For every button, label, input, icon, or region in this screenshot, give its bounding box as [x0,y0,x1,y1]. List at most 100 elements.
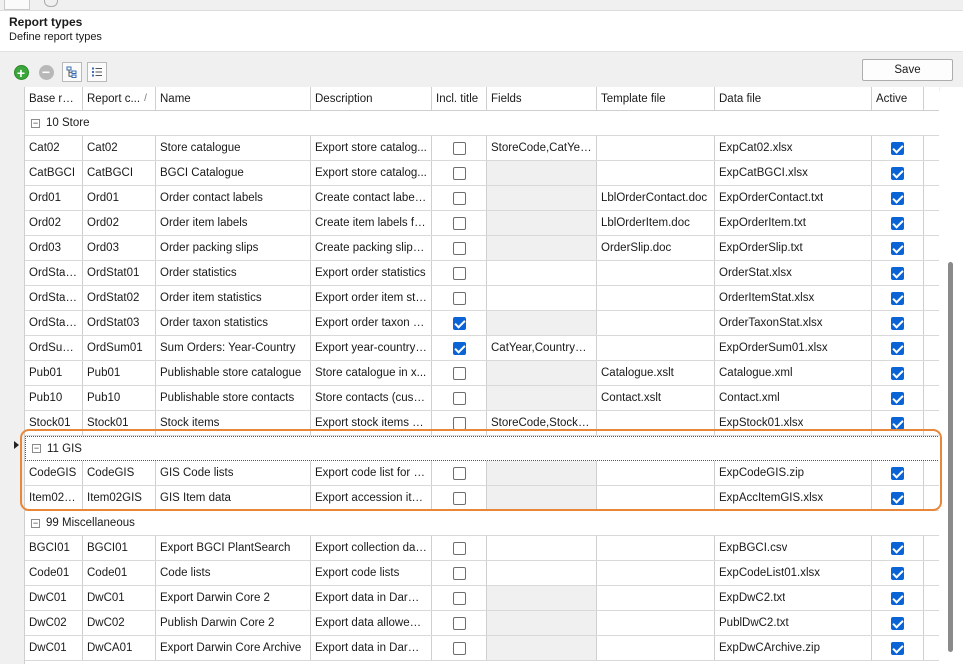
cell-report-code[interactable]: Stock01 [83,411,156,435]
cell-template-file[interactable] [597,536,715,560]
cell-description[interactable]: Export order taxon s... [311,311,432,335]
incl-title-checkbox[interactable] [452,391,466,405]
table-row[interactable]: OrdSum01 OrdSum01 Sum Orders: Year-Country… [25,336,939,361]
column-header-name[interactable]: Name [156,87,311,110]
cell-fields[interactable] [487,611,597,635]
cell-template-file[interactable]: Contact.xslt [597,386,715,410]
cell-base-report[interactable]: Code01 [25,561,83,585]
cell-incl-title[interactable] [432,136,487,160]
cell-description[interactable]: Export year-country ... [311,336,432,360]
collapse-toggle-icon[interactable]: − [31,518,40,528]
cell-description[interactable]: Export stock items data [311,411,432,435]
cell-fields[interactable] [487,261,597,285]
cell-description[interactable]: Export order item sta... [311,286,432,310]
cell-fields[interactable] [487,311,597,335]
cell-report-code[interactable]: Pub01 [83,361,156,385]
cell-report-code[interactable]: Ord01 [83,186,156,210]
cell-incl-title[interactable] [432,361,487,385]
cell-fields[interactable] [487,586,597,610]
remove-button[interactable]: − [36,62,56,82]
cell-incl-title[interactable] [432,236,487,260]
cell-fields[interactable] [487,211,597,235]
cell-data-file[interactable]: OrderStat.xlsx [715,261,872,285]
cell-active[interactable] [872,561,924,585]
column-header-description[interactable]: Description [311,87,432,110]
column-header-base-report[interactable]: Base report [25,87,83,110]
cell-active[interactable] [872,411,924,435]
cell-report-code[interactable]: BGCI01 [83,536,156,560]
cell-report-code[interactable]: OrdSum01 [83,336,156,360]
cell-incl-title[interactable] [432,211,487,235]
cell-data-file[interactable]: ExpOrderItem.txt [715,211,872,235]
cell-fields[interactable] [487,636,597,660]
cell-base-report[interactable]: Pub01 [25,361,83,385]
column-header-data-file[interactable]: Data file [715,87,872,110]
cell-description[interactable]: Create packing slips f... [311,236,432,260]
incl-title-checkbox[interactable] [452,291,466,305]
cell-report-code[interactable]: OrdStat01 [83,261,156,285]
cell-base-report[interactable]: DwC01 [25,586,83,610]
cell-description[interactable]: Export accession ite... [311,486,432,510]
cell-fields[interactable] [487,186,597,210]
cell-name[interactable]: Publish Darwin Core 2 [156,611,311,635]
cell-active[interactable] [872,286,924,310]
column-header-report-code[interactable]: Report c... / [83,87,156,110]
cell-name[interactable]: Order contact labels [156,186,311,210]
cell-data-file[interactable]: ExpAccItemGIS.xlsx [715,486,872,510]
cell-name[interactable]: Order item statistics [156,286,311,310]
cell-template-file[interactable] [597,311,715,335]
cell-template-file[interactable]: Catalogue.xslt [597,361,715,385]
cell-report-code[interactable]: DwC01 [83,586,156,610]
tab-back[interactable] [4,0,30,10]
cell-report-code[interactable]: Ord03 [83,236,156,260]
cell-fields[interactable] [487,386,597,410]
cell-incl-title[interactable] [432,586,487,610]
active-checkbox[interactable] [891,541,904,555]
cell-incl-title[interactable] [432,336,487,360]
collapse-toggle-icon[interactable]: − [32,444,41,453]
cell-template-file[interactable] [597,561,715,585]
cell-incl-title[interactable] [432,186,487,210]
cell-incl-title[interactable] [432,611,487,635]
table-row[interactable]: OrdStat02 OrdStat02 Order item statistics E… [25,286,939,311]
cell-incl-title[interactable] [432,286,487,310]
active-checkbox[interactable] [891,566,904,580]
cell-data-file[interactable]: ExpDwC2.txt [715,586,872,610]
cell-data-file[interactable]: ExpCodeGIS.zip [715,461,872,485]
cell-fields[interactable] [487,536,597,560]
cell-incl-title[interactable] [432,411,487,435]
cell-incl-title[interactable] [432,486,487,510]
cell-base-report[interactable]: OrdStat01 [25,261,83,285]
cell-active[interactable] [872,336,924,360]
incl-title-checkbox[interactable] [452,616,466,630]
table-row[interactable]: Cat02 Cat02 Store catalogue Export store ca… [25,136,939,161]
active-checkbox[interactable] [891,241,904,255]
cell-report-code[interactable]: DwCA01 [83,636,156,660]
cell-fields[interactable] [487,486,597,510]
cell-base-report[interactable]: CodeGIS [25,461,83,485]
cell-description[interactable]: Export collection dat... [311,536,432,560]
table-row[interactable]: Pub01 Pub01 Publishable store catalogue Sto… [25,361,939,386]
cell-name[interactable]: Order packing slips [156,236,311,260]
cell-incl-title[interactable] [432,386,487,410]
cell-name[interactable]: Order taxon statistics [156,311,311,335]
cell-base-report[interactable]: OrdStat03 [25,311,83,335]
cell-name[interactable]: Publishable store catalogue [156,361,311,385]
cell-fields[interactable] [487,461,597,485]
cell-name[interactable]: Publishable store contacts [156,386,311,410]
table-row[interactable]: DwC01 DwCA01 Export Darwin Core Archive Exp… [25,636,939,661]
cell-description[interactable]: Store catalogue in x... [311,361,432,385]
cell-active[interactable] [872,536,924,560]
table-row[interactable]: DwC02 DwC02 Publish Darwin Core 2 Export da… [25,611,939,636]
cell-template-file[interactable] [597,411,715,435]
cell-name[interactable]: Store catalogue [156,136,311,160]
cell-incl-title[interactable] [432,261,487,285]
cell-template-file[interactable] [597,486,715,510]
cell-description[interactable]: Store contacts (custo... [311,386,432,410]
cell-data-file[interactable]: PublDwC2.txt [715,611,872,635]
cell-incl-title[interactable] [432,311,487,335]
table-row[interactable]: Ord01 Ord01 Order contact labels Create con… [25,186,939,211]
cell-name[interactable]: Sum Orders: Year-Country [156,336,311,360]
incl-title-checkbox[interactable] [452,141,466,155]
cell-description[interactable]: Export code lists [311,561,432,585]
